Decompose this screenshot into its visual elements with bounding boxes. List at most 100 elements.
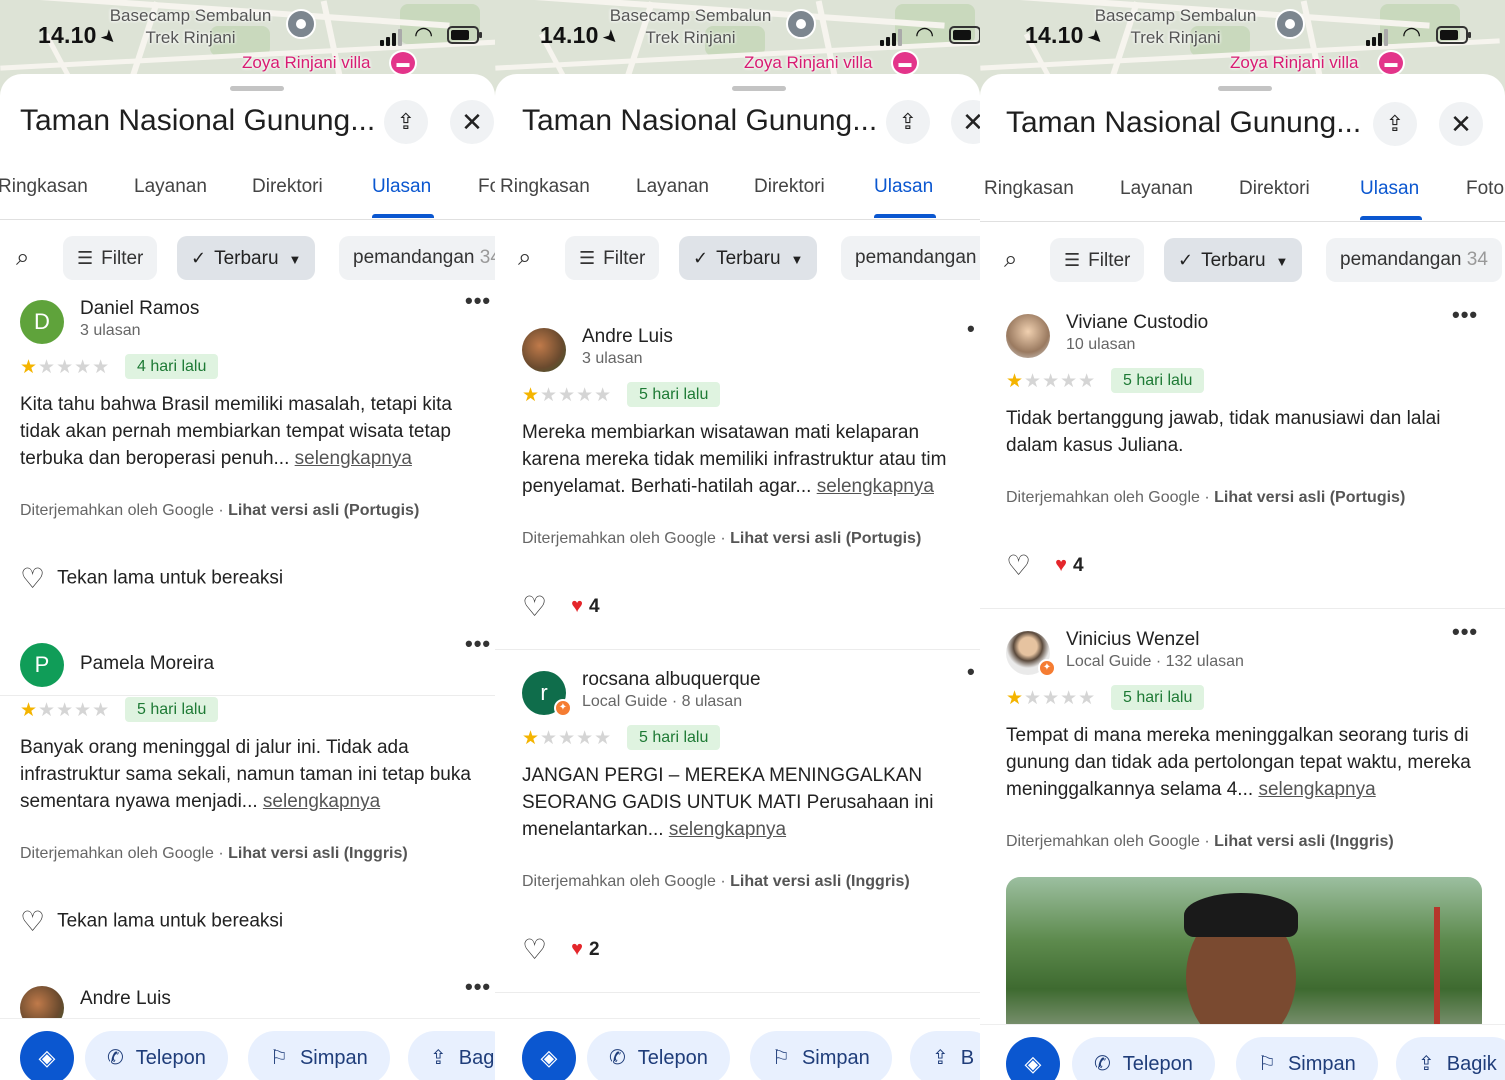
- tab-foto[interactable]: Foto: [478, 176, 495, 198]
- sort-chip[interactable]: ✓ Terbaru ▼: [177, 236, 316, 280]
- wifi-icon: ◠: [414, 22, 434, 47]
- directions-button[interactable]: ◈: [20, 1031, 74, 1080]
- hotel-icon[interactable]: ▬: [1377, 50, 1405, 76]
- directions-button[interactable]: ◈: [522, 1031, 576, 1080]
- call-button[interactable]: ✆ Telepon: [85, 1031, 228, 1080]
- search-icon[interactable]: ⌕: [518, 244, 531, 272]
- share-action-button[interactable]: ⇪ Bag: [408, 1031, 495, 1080]
- hotel-icon[interactable]: ▬: [389, 50, 417, 76]
- see-more-link[interactable]: selengkapnya: [295, 448, 412, 469]
- see-more-link[interactable]: selengkapnya: [263, 791, 380, 812]
- sheet-grabber[interactable]: [230, 86, 284, 91]
- share-action-button[interactable]: ⇪ B: [910, 1031, 980, 1080]
- heart-icon[interactable]: ♡: [20, 906, 45, 937]
- map-label-hotel[interactable]: Zoya Rinjani villa: [1230, 53, 1359, 73]
- reviewer-name[interactable]: Andre Luis: [582, 326, 673, 348]
- sort-chip[interactable]: ✓ Terbaru ▼: [679, 236, 818, 280]
- tab-layanan[interactable]: Layanan: [134, 176, 207, 198]
- map-pin-icon[interactable]: [1275, 9, 1305, 39]
- see-original-link[interactable]: Lihat versi asli (Inggris): [1214, 833, 1394, 850]
- save-button[interactable]: ⚐ Simpan: [1236, 1037, 1378, 1080]
- reviewer-name[interactable]: Andre Luis: [80, 988, 171, 1010]
- tab-ulasan[interactable]: Ulasan: [372, 176, 431, 198]
- heart-icon[interactable]: ♡: [522, 934, 547, 965]
- tab-ringkasan[interactable]: Ringkasan: [500, 176, 590, 198]
- reviewer-name[interactable]: Vinicius Wenzel: [1066, 629, 1199, 651]
- reaction-row[interactable]: ♡ Tekan lama untuk bereaksi: [20, 905, 283, 938]
- filter-chip[interactable]: ☰ Filter: [565, 236, 660, 280]
- more-horiz-icon[interactable]: •••: [1452, 302, 1478, 328]
- see-more-link[interactable]: selengkapnya: [817, 476, 934, 497]
- sort-chip[interactable]: ✓ Terbaru ▼: [1164, 238, 1303, 282]
- tab-ulasan[interactable]: Ulasan: [874, 176, 933, 198]
- share-button[interactable]: ⇪: [886, 100, 930, 144]
- more-horiz-icon[interactable]: •••: [465, 288, 491, 314]
- tab-ringkasan[interactable]: Ringkasan: [984, 178, 1074, 200]
- reaction-row[interactable]: ♡ ♥ 2: [522, 933, 600, 966]
- tab-ringkasan[interactable]: Ringkasan: [0, 176, 88, 198]
- map-label-hotel[interactable]: Zoya Rinjani villa: [744, 53, 873, 73]
- call-button[interactable]: ✆ Telepon: [1072, 1037, 1215, 1080]
- topic-chip[interactable]: pemandangan 34: [1326, 238, 1502, 282]
- more-horiz-icon[interactable]: •••: [465, 631, 491, 657]
- call-button[interactable]: ✆ Telepon: [587, 1031, 730, 1080]
- review-photo[interactable]: [1006, 877, 1482, 1037]
- see-original-link[interactable]: Lihat versi asli (Portugis): [228, 502, 419, 519]
- map-label-basecamp[interactable]: Basecamp Sembalun Trek Rinjani: [98, 5, 283, 49]
- heart-icon[interactable]: ♡: [1006, 550, 1031, 581]
- search-icon[interactable]: ⌕: [1004, 246, 1017, 274]
- see-original-link[interactable]: Lihat versi asli (Portugis): [730, 530, 921, 547]
- see-original-link[interactable]: Lihat versi asli (Portugis): [1214, 489, 1405, 506]
- more-horiz-icon[interactable]: •: [967, 659, 976, 685]
- topic-chip[interactable]: pemandangan: [841, 236, 980, 280]
- see-more-link[interactable]: selengkapnya: [669, 819, 786, 840]
- avatar[interactable]: D: [20, 300, 64, 344]
- avatar[interactable]: [1006, 314, 1050, 358]
- share-button[interactable]: ⇪: [384, 100, 428, 144]
- see-original-link[interactable]: Lihat versi asli (Inggris): [228, 845, 408, 862]
- hotel-icon[interactable]: ▬: [891, 50, 919, 76]
- map-pin-icon[interactable]: [786, 9, 816, 39]
- share-action-button[interactable]: ⇪ Bagik: [1396, 1037, 1505, 1080]
- avatar[interactable]: [522, 328, 566, 372]
- map-label-hotel[interactable]: Zoya Rinjani villa: [242, 53, 371, 73]
- map-label-basecamp[interactable]: Basecamp Sembalun Trek Rinjani: [598, 5, 783, 49]
- tab-layanan[interactable]: Layanan: [636, 176, 709, 198]
- more-horiz-icon[interactable]: •••: [1452, 619, 1478, 645]
- reviewer-name[interactable]: Pamela Moreira: [80, 653, 214, 675]
- close-button[interactable]: ✕: [450, 100, 494, 144]
- save-button[interactable]: ⚐ Simpan: [248, 1031, 390, 1080]
- heart-icon[interactable]: ♡: [20, 563, 45, 594]
- close-button[interactable]: ✕: [1439, 102, 1483, 146]
- avatar[interactable]: P: [20, 643, 64, 687]
- tab-layanan[interactable]: Layanan: [1120, 178, 1193, 200]
- tab-ulasan[interactable]: Ulasan: [1360, 178, 1419, 200]
- topic-chip[interactable]: pemandangan 34: [339, 236, 495, 280]
- reaction-row[interactable]: ♡ ♥ 4: [522, 590, 600, 623]
- tab-direktori[interactable]: Direktori: [252, 176, 323, 198]
- map-label-basecamp[interactable]: Basecamp Sembalun Trek Rinjani: [1083, 5, 1268, 49]
- reviewer-name[interactable]: Daniel Ramos: [80, 298, 199, 320]
- share-button[interactable]: ⇪: [1373, 102, 1417, 146]
- save-button[interactable]: ⚐ Simpan: [750, 1031, 892, 1080]
- more-horiz-icon[interactable]: •••: [465, 974, 491, 1000]
- sheet-grabber[interactable]: [1218, 86, 1272, 91]
- reaction-row[interactable]: ♡ ♥ 4: [1006, 549, 1084, 582]
- see-more-link[interactable]: selengkapnya: [1258, 779, 1375, 800]
- tab-direktori[interactable]: Direktori: [754, 176, 825, 198]
- reviewer-name[interactable]: rocsana albuquerque: [582, 669, 761, 691]
- reviewer-name[interactable]: Viviane Custodio: [1066, 312, 1208, 334]
- filter-chip[interactable]: ☰ Filter: [63, 236, 158, 280]
- tab-direktori[interactable]: Direktori: [1239, 178, 1310, 200]
- reaction-row[interactable]: ♡ Tekan lama untuk bereaksi: [20, 562, 283, 595]
- close-button[interactable]: ✕: [951, 100, 980, 144]
- tab-foto[interactable]: Foto: [1466, 178, 1504, 200]
- heart-icon[interactable]: ♡: [522, 591, 547, 622]
- sheet-grabber[interactable]: [732, 86, 786, 91]
- filter-chip[interactable]: ☰ Filter: [1050, 238, 1145, 282]
- see-original-link[interactable]: Lihat versi asli (Inggris): [730, 873, 910, 890]
- map-pin-icon[interactable]: [286, 9, 316, 39]
- more-horiz-icon[interactable]: •: [967, 316, 976, 342]
- search-icon[interactable]: ⌕: [16, 244, 29, 272]
- directions-button[interactable]: ◈: [1006, 1037, 1060, 1080]
